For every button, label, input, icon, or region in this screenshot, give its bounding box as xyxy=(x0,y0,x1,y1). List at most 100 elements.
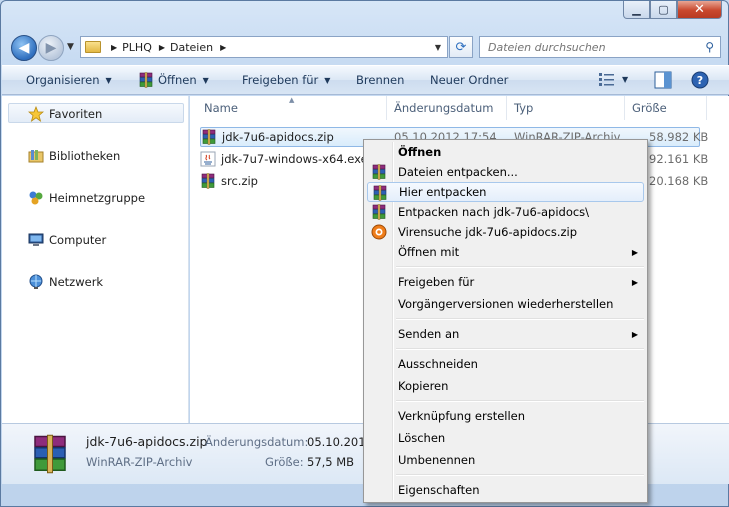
arrow-right-icon: ▶ xyxy=(45,40,57,56)
menu-item-extract-files[interactable]: Dateien entpacken... xyxy=(367,162,644,182)
back-button[interactable]: ◀ xyxy=(11,35,37,61)
caption-buttons: ▁ ▢ ✕ xyxy=(623,1,722,19)
details-file-name: jdk-7u6-apidocs.zip xyxy=(86,434,208,449)
address-bar[interactable]: ▶ PLHQ ▶ Dateien ▶ ▼ xyxy=(80,36,448,58)
menu-item-open[interactable]: Öffnen xyxy=(367,142,644,162)
menu-item-share-with[interactable]: Freigeben für ▶ xyxy=(367,272,644,292)
search-input[interactable] xyxy=(486,39,696,55)
menu-item-create-shortcut[interactable]: Verknüpfung erstellen xyxy=(367,406,644,426)
menu-label: Verknüpfung erstellen xyxy=(398,409,526,423)
organize-button[interactable]: Organisieren ▼ xyxy=(26,73,112,87)
chevron-right-icon[interactable]: ▶ xyxy=(220,43,226,52)
column-header-type[interactable]: Typ xyxy=(514,101,533,115)
menu-separator xyxy=(396,266,644,268)
nav-label: Bibliotheken xyxy=(49,149,121,163)
command-bar: Organisieren ▼ Öffnen ▼ Freigeben für ▼ … xyxy=(2,65,729,95)
chevron-right-icon[interactable]: ▶ xyxy=(159,43,165,52)
refresh-button[interactable]: ⟳ xyxy=(449,36,473,58)
menu-label: Vorgängerversionen wiederherstellen xyxy=(398,297,614,311)
menu-label: Löschen xyxy=(398,431,446,445)
menu-item-extract-to[interactable]: Entpacken nach jdk-7u6-apidocs\ xyxy=(367,202,644,222)
menu-item-open-with[interactable]: Öffnen mit ▶ xyxy=(367,242,644,262)
share-label: Freigeben für xyxy=(242,73,319,87)
view-list-icon xyxy=(599,73,614,86)
menu-item-extract-here[interactable]: Hier entpacken xyxy=(367,182,644,202)
menu-item-send-to[interactable]: Senden an ▶ xyxy=(367,324,644,344)
chevron-down-icon: ▼ xyxy=(105,75,112,85)
new-folder-label: Neuer Ordner xyxy=(430,73,509,87)
search-icon[interactable]: ⚲ xyxy=(705,40,714,54)
network-icon xyxy=(29,274,43,289)
column-header-name[interactable]: Name xyxy=(204,101,238,115)
menu-item-properties[interactable]: Eigenschaften xyxy=(367,480,644,500)
homegroup-icon xyxy=(29,191,43,205)
menu-item-rename[interactable]: Umbenennen xyxy=(367,450,644,470)
menu-item-cut[interactable]: Ausschneiden xyxy=(367,354,644,374)
nav-item-homegroup[interactable]: Heimnetzgruppe xyxy=(28,190,145,206)
recent-pages-dropdown[interactable]: ▼ xyxy=(67,42,74,52)
details-file-type: WinRAR-ZIP-Archiv xyxy=(86,455,193,469)
context-menu: Öffnen Dateien entpacken... Hier entpack… xyxy=(363,139,648,503)
organize-label: Organisieren xyxy=(26,73,100,87)
sort-ascending-icon: ▲ xyxy=(289,96,295,104)
maximize-button[interactable]: ▢ xyxy=(650,1,677,19)
navigation-pane: Favoriten Bibliotheken Heimnetzgruppe Co… xyxy=(2,96,189,423)
nav-item-libraries[interactable]: Bibliotheken xyxy=(28,148,120,164)
nav-item-favorites[interactable]: Favoriten xyxy=(28,106,102,122)
close-button[interactable]: ✕ xyxy=(677,1,722,19)
nav-label: Favoriten xyxy=(49,107,103,121)
address-dropdown-icon[interactable]: ▼ xyxy=(435,43,441,52)
menu-item-delete[interactable]: Löschen xyxy=(367,428,644,448)
minimize-button[interactable]: ▁ xyxy=(623,1,650,19)
column-divider[interactable] xyxy=(706,96,707,120)
nav-item-computer[interactable]: Computer xyxy=(28,232,106,248)
menu-item-copy[interactable]: Kopieren xyxy=(367,376,644,396)
file-row-installer[interactable]: jdk-7u7-windows-x64.exe xyxy=(200,149,368,169)
winrar-archive-icon xyxy=(30,432,70,476)
file-row-src[interactable]: src.zip xyxy=(200,171,258,191)
details-size-label: Größe: xyxy=(265,455,304,469)
file-size: 92.161 KB xyxy=(649,152,709,166)
menu-label: Hier entpacken xyxy=(399,185,487,199)
column-header-size[interactable]: Größe xyxy=(632,101,667,115)
column-divider[interactable] xyxy=(506,96,507,120)
share-button[interactable]: Freigeben für ▼ xyxy=(242,73,330,87)
menu-label: Freigeben für xyxy=(398,275,475,289)
menu-label: Umbenennen xyxy=(398,453,476,467)
folder-icon xyxy=(85,41,101,53)
nav-item-network[interactable]: Netzwerk xyxy=(28,274,103,290)
winrar-icon xyxy=(200,173,216,189)
chevron-right-icon[interactable]: ▶ xyxy=(111,43,117,52)
menu-label: Virensuche jdk-7u6-apidocs.zip xyxy=(398,225,578,239)
file-size: 58.982 KB xyxy=(649,130,709,144)
search-box[interactable]: ⚲ xyxy=(479,36,721,58)
file-name: jdk-7u6-apidocs.zip xyxy=(222,130,334,144)
breadcrumb-item-dateien[interactable]: Dateien xyxy=(170,41,213,54)
menu-item-virus-scan[interactable]: Virensuche jdk-7u6-apidocs.zip xyxy=(367,222,644,242)
winrar-icon xyxy=(372,185,388,201)
menu-separator xyxy=(396,348,644,350)
library-icon xyxy=(28,150,44,163)
chevron-down-icon: ▼ xyxy=(622,74,629,84)
winrar-icon xyxy=(138,72,154,88)
menu-label: Dateien entpacken... xyxy=(398,165,518,179)
menu-label: Kopieren xyxy=(398,379,449,393)
breadcrumb-item-plhq[interactable]: PLHQ xyxy=(122,41,152,54)
help-icon: ? xyxy=(691,71,709,89)
burn-button[interactable]: Brennen xyxy=(356,73,404,87)
menu-item-restore-versions[interactable]: Vorgängerversionen wiederherstellen xyxy=(367,294,644,314)
winrar-icon xyxy=(371,164,387,180)
column-header-date[interactable]: Änderungsdatum xyxy=(394,101,493,115)
new-folder-button[interactable]: Neuer Ordner xyxy=(430,73,508,87)
column-divider[interactable] xyxy=(386,96,387,120)
open-button[interactable]: Öffnen ▼ xyxy=(158,73,209,87)
view-options-button[interactable]: ▼ xyxy=(598,71,628,87)
menu-separator xyxy=(396,318,644,320)
column-divider[interactable] xyxy=(624,96,625,120)
preview-pane-button[interactable] xyxy=(654,71,672,89)
menu-label: Öffnen xyxy=(398,145,442,159)
chevron-down-icon: ▼ xyxy=(324,75,331,85)
chevron-down-icon: ▼ xyxy=(202,75,209,85)
help-button[interactable]: ? xyxy=(691,71,709,89)
forward-button[interactable]: ▶ xyxy=(38,35,64,61)
